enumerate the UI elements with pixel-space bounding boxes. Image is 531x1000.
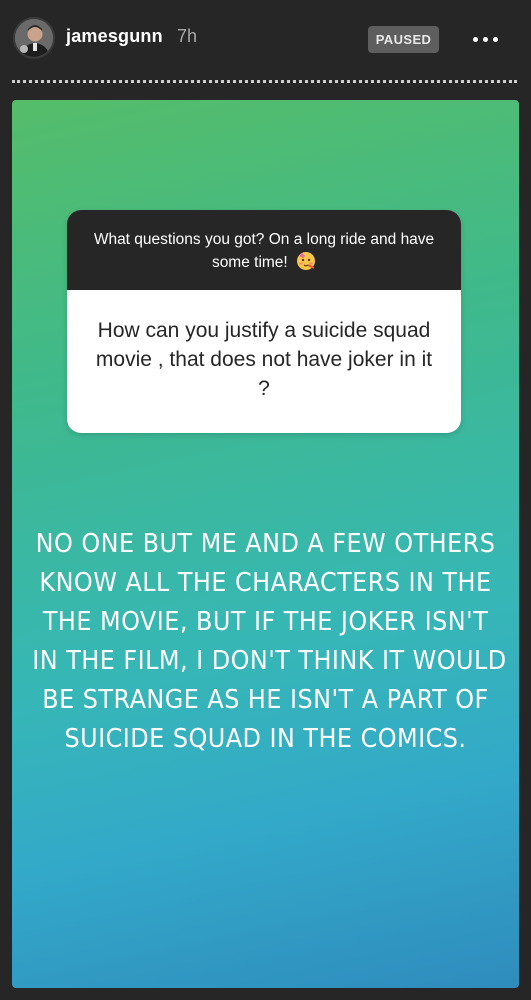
caption-line: KNOW ALL THE CHARACTERS IN THE [39,568,492,598]
more-horizontal-icon-dot [493,37,498,42]
face-with-party-horn-icon [297,252,316,270]
question-prompt: What questions you got? On a long ride a… [67,210,461,290]
caption-line: NO ONE BUT ME AND A FEW OTHERS [35,529,496,559]
avatar-portrait-icon [15,19,53,57]
story-progress-bar [12,80,517,83]
caption-line: SUICIDE SQUAD IN THE COMICS. [64,724,467,754]
story-caption: NO ONE BUT ME AND A FEW OTHERS KNOW ALL … [32,525,507,759]
question-sticker[interactable]: What questions you got? On a long ride a… [67,210,461,433]
more-horizontal-icon-dot [483,37,488,42]
story-timestamp: 7h [177,26,198,46]
caption-line: THE MOVIE, BUT IF THE JOKER ISN'T [42,607,489,637]
paused-badge[interactable]: PAUSED [368,26,439,53]
more-options-button[interactable] [468,26,504,52]
story-canvas[interactable]: What questions you got? On a long ride a… [12,100,519,988]
question-answer: How can you justify a suicide squad movi… [95,319,433,400]
profile-avatar[interactable] [13,17,55,59]
question-prompt-text: What questions you got? On a long ride a… [93,231,435,271]
more-horizontal-icon [473,37,478,42]
caption-line: BE STRANGE AS HE ISN'T A PART OF [42,685,489,715]
caption-line: IN THE FILM, I DON'T THINK IT WOULD [32,646,507,676]
username[interactable]: jamesgunn [66,26,163,47]
story-header: jamesgunn 7h PAUSED [0,0,531,90]
